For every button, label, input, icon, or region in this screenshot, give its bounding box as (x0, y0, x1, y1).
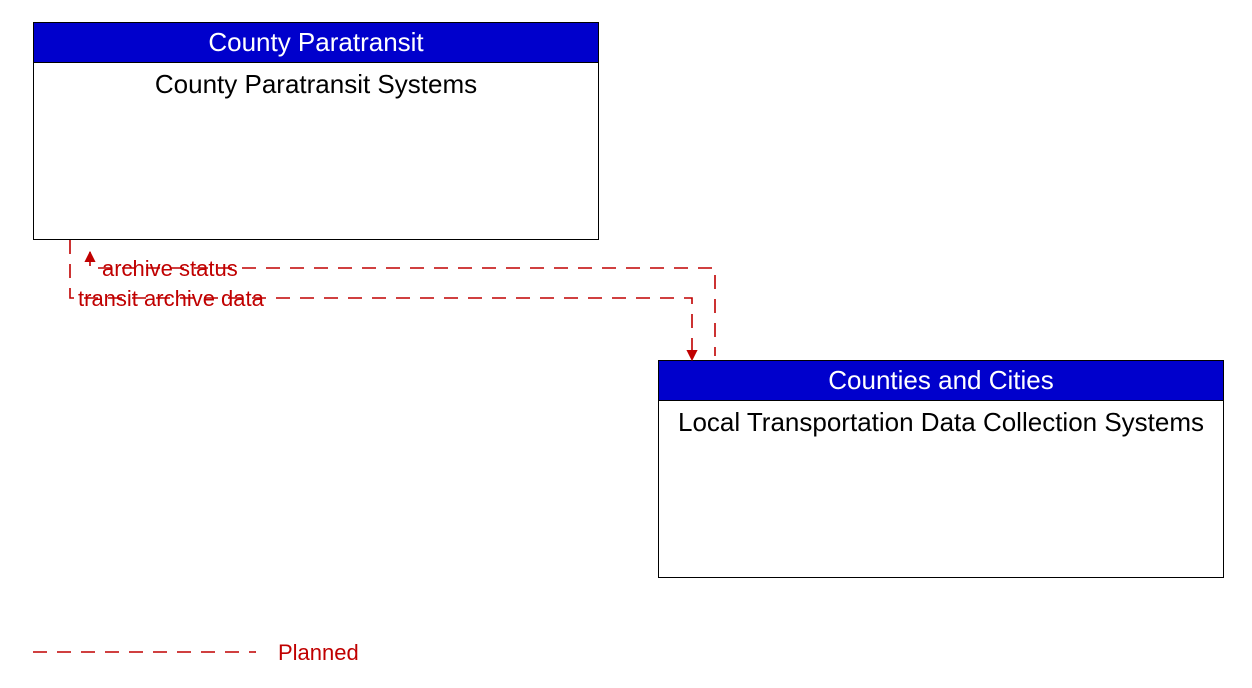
legend-planned-label: Planned (278, 640, 359, 666)
node-county-paratransit: County Paratransit County Paratransit Sy… (33, 22, 599, 240)
diagram-canvas: County Paratransit County Paratransit Sy… (0, 0, 1252, 688)
node-county-paratransit-body: County Paratransit Systems (34, 63, 598, 106)
node-counties-and-cities: Counties and Cities Local Transportation… (658, 360, 1224, 578)
node-county-paratransit-header: County Paratransit (34, 23, 598, 63)
node-counties-and-cities-header: Counties and Cities (659, 361, 1223, 401)
flow-label-transit-archive-data: transit archive data (78, 286, 264, 312)
node-counties-and-cities-body: Local Transportation Data Collection Sys… (659, 401, 1223, 444)
flow-label-archive-status: archive status (102, 256, 238, 282)
